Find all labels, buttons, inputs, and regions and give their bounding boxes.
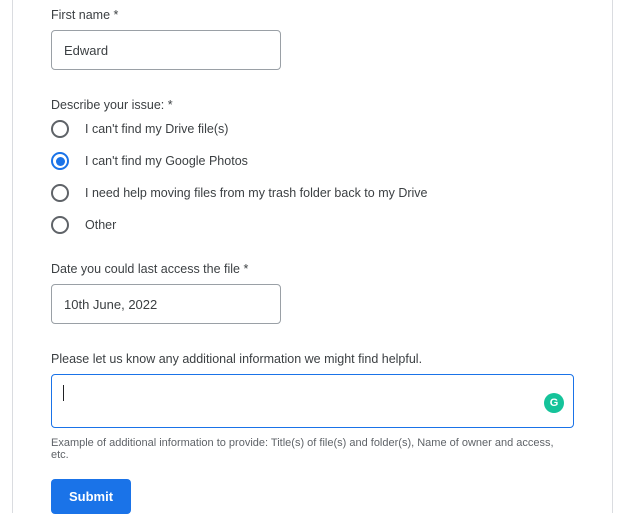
radio-icon <box>51 216 69 234</box>
additional-info-field: Please let us know any additional inform… <box>51 352 574 461</box>
first-name-field: First name * <box>51 8 574 70</box>
issue-label: Describe your issue: * <box>51 98 574 112</box>
last-access-field: Date you could last access the file * <box>51 262 574 324</box>
last-access-input[interactable] <box>51 284 281 324</box>
issue-field: Describe your issue: * I can't find my D… <box>51 98 574 234</box>
additional-info-label: Please let us know any additional inform… <box>51 352 574 366</box>
issue-option-drive-files[interactable]: I can't find my Drive file(s) <box>51 120 574 138</box>
radio-icon <box>51 120 69 138</box>
form-panel: First name * Describe your issue: * I ca… <box>12 0 613 513</box>
issue-option-other[interactable]: Other <box>51 216 574 234</box>
issue-radio-group: I can't find my Drive file(s) I can't fi… <box>51 120 574 234</box>
first-name-input[interactable] <box>51 30 281 70</box>
additional-info-textarea[interactable] <box>51 374 574 428</box>
first-name-label: First name * <box>51 8 574 22</box>
radio-icon <box>51 184 69 202</box>
issue-option-google-photos[interactable]: I can't find my Google Photos <box>51 152 574 170</box>
issue-option-trash-restore[interactable]: I need help moving files from my trash f… <box>51 184 574 202</box>
radio-label: Other <box>85 218 116 232</box>
grammarly-icon[interactable]: G <box>544 393 564 413</box>
submit-button[interactable]: Submit <box>51 479 131 514</box>
last-access-label: Date you could last access the file * <box>51 262 574 276</box>
radio-label: I need help moving files from my trash f… <box>85 186 428 200</box>
radio-label: I can't find my Drive file(s) <box>85 122 228 136</box>
additional-info-helper: Example of additional information to pro… <box>51 437 574 461</box>
radio-icon <box>51 152 69 170</box>
radio-label: I can't find my Google Photos <box>85 154 248 168</box>
